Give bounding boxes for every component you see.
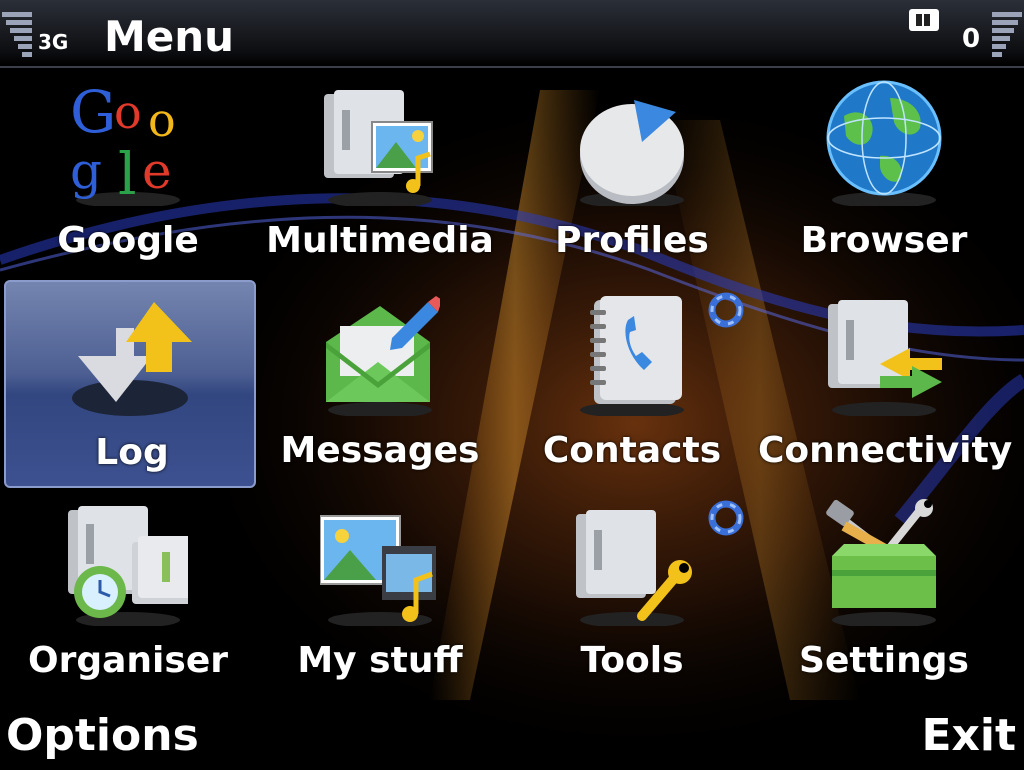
menu-item-profiles[interactable]: Profiles bbox=[506, 70, 758, 278]
battery-level-icon bbox=[992, 12, 1022, 57]
menu-grid: G o o g l e Google Multimedia Profiles B… bbox=[0, 70, 1024, 700]
exit-softkey[interactable]: Exit bbox=[921, 710, 1016, 761]
menu-item-label: Profiles bbox=[555, 220, 709, 261]
menu-item-label: Contacts bbox=[542, 430, 722, 471]
svg-text:l: l bbox=[118, 140, 137, 206]
svg-text:e: e bbox=[142, 142, 172, 200]
globe-icon bbox=[826, 80, 942, 206]
connectivity-folder-icon bbox=[828, 300, 942, 416]
multimedia-folder-icon bbox=[324, 90, 433, 206]
options-softkey[interactable]: Options bbox=[6, 710, 199, 761]
menu-item-label: Browser bbox=[800, 220, 968, 261]
log-arrows-icon bbox=[72, 302, 192, 416]
organiser-clock-icon bbox=[68, 506, 188, 626]
menu-item-label: Connectivity bbox=[758, 430, 1013, 471]
network-type: 3G bbox=[38, 30, 69, 54]
envelope-pencil-icon bbox=[326, 296, 440, 416]
profiles-pie-icon bbox=[580, 100, 684, 206]
svg-text:o: o bbox=[148, 93, 176, 147]
unread-count: 0 bbox=[962, 24, 981, 54]
menu-item-label: Multimedia bbox=[266, 220, 494, 261]
page-title: Menu bbox=[104, 12, 235, 61]
menu-item-label: Tools bbox=[580, 640, 684, 681]
menu-item-label: My stuff bbox=[297, 640, 463, 681]
google-icon: G o o g l e bbox=[70, 78, 180, 206]
svg-text:G: G bbox=[70, 78, 116, 146]
tools-folder-wrench-icon bbox=[576, 510, 692, 626]
softkey-bar: Options Exit bbox=[0, 706, 1024, 770]
sim-card-icon bbox=[909, 9, 939, 31]
menu-item-messages[interactable]: Messages bbox=[254, 280, 506, 488]
menu-item-label: Messages bbox=[280, 430, 480, 471]
address-book-icon bbox=[580, 296, 684, 416]
menu-item-label: Google bbox=[57, 220, 199, 261]
gallery-film-music-icon bbox=[320, 515, 436, 626]
menu-item-multimedia[interactable]: Multimedia bbox=[254, 70, 506, 278]
menu-item-organiser[interactable]: Organiser bbox=[2, 490, 254, 698]
svg-text:o: o bbox=[114, 85, 142, 139]
menu-item-label: Organiser bbox=[28, 640, 228, 681]
menu-item-my-stuff[interactable]: My stuff bbox=[254, 490, 506, 698]
toolbox-icon bbox=[826, 499, 936, 626]
phone-screen: 3G Menu 0 G o o g l e Google Multimedia … bbox=[0, 0, 1024, 770]
menu-item-google[interactable]: G o o g l e Google bbox=[2, 70, 254, 278]
menu-item-settings[interactable]: Settings bbox=[758, 490, 1010, 698]
loading-spinner-icon bbox=[708, 500, 744, 536]
menu-item-log[interactable]: Log bbox=[4, 280, 256, 488]
menu-item-label: Log bbox=[95, 432, 169, 473]
signal-strength-icon bbox=[2, 12, 32, 57]
menu-item-label: Settings bbox=[799, 640, 969, 681]
svg-text:g: g bbox=[70, 142, 102, 200]
menu-item-browser[interactable]: Browser bbox=[758, 70, 1010, 278]
menu-item-connectivity[interactable]: Connectivity bbox=[758, 280, 1013, 488]
loading-spinner-icon bbox=[708, 292, 744, 328]
status-bar: 3G Menu 0 bbox=[0, 0, 1024, 68]
